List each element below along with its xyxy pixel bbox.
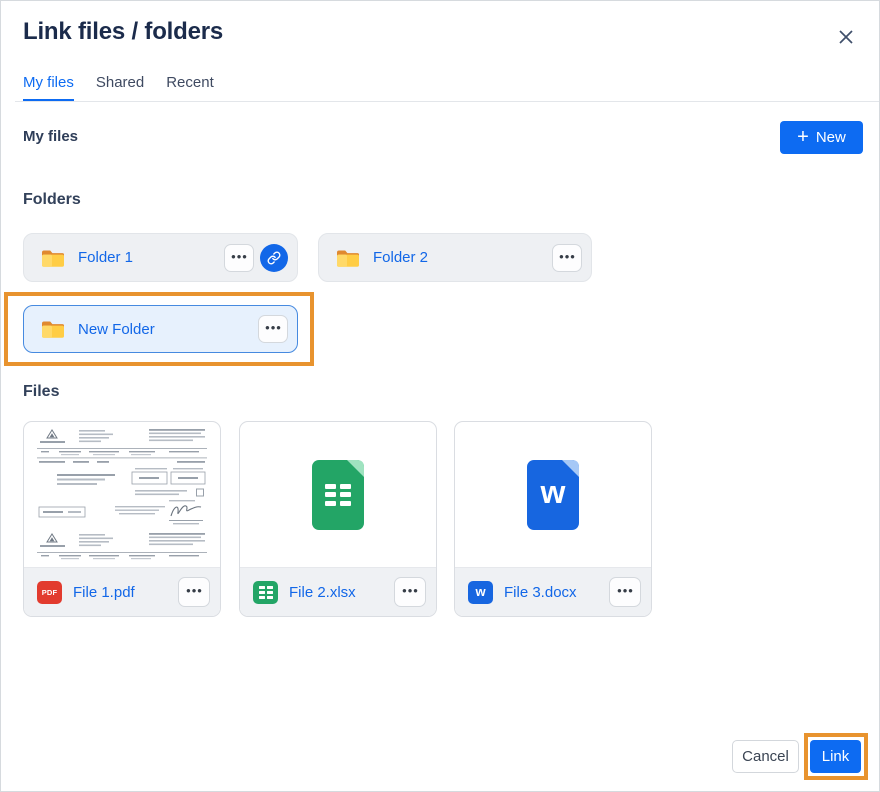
file-name: File 3.docx — [504, 584, 598, 601]
file-card-footer: w File 3.docx ••• — [455, 567, 651, 616]
folder-icon — [41, 248, 65, 268]
tab-recent[interactable]: Recent — [166, 74, 214, 102]
file-card-spreadsheet[interactable]: File 2.xlsx ••• — [239, 421, 437, 617]
more-options-button[interactable]: ••• — [394, 577, 426, 607]
link-icon — [267, 251, 281, 265]
pdf-badge-icon: PDF — [37, 581, 62, 604]
folder-card-new-folder[interactable]: New Folder ••• — [23, 305, 298, 353]
tab-bar: My files Shared Recent — [23, 74, 214, 102]
folder-name: New Folder — [78, 321, 155, 338]
plus-icon: + — [797, 127, 809, 147]
word-badge-icon: w — [468, 581, 493, 604]
folder-icon — [41, 319, 65, 339]
file-card-word[interactable]: w w File 3.docx ••• — [454, 421, 652, 617]
spreadsheet-preview — [240, 422, 436, 567]
close-icon — [838, 29, 854, 45]
ellipsis-icon: ••• — [559, 249, 576, 264]
link-files-dialog: Link files / folders My files Shared Rec… — [0, 0, 880, 792]
folder-icon — [336, 248, 360, 268]
spreadsheet-badge-icon — [253, 581, 278, 604]
folders-heading: Folders — [23, 191, 81, 209]
spreadsheet-icon — [312, 460, 364, 530]
file-card-pdf[interactable]: PDF File 1.pdf ••• — [23, 421, 221, 617]
ellipsis-icon: ••• — [617, 583, 634, 598]
folder-card-folder-1[interactable]: Folder 1 ••• — [23, 233, 298, 282]
dialog-title: Link files / folders — [23, 18, 223, 46]
word-icon: w — [527, 460, 579, 530]
word-glyph: w — [527, 460, 579, 530]
cancel-button[interactable]: Cancel — [732, 740, 799, 773]
more-options-button[interactable]: ••• — [552, 244, 582, 272]
ellipsis-icon: ••• — [402, 583, 419, 598]
tab-my-files[interactable]: My files — [23, 74, 74, 102]
folder-name: Folder 2 — [373, 249, 428, 266]
new-button[interactable]: + New — [780, 121, 863, 154]
ellipsis-icon: ••• — [265, 320, 282, 335]
linked-badge-button[interactable] — [260, 244, 288, 272]
tabs-divider — [15, 101, 879, 102]
file-name: File 1.pdf — [73, 584, 167, 601]
close-button[interactable] — [831, 22, 861, 52]
word-preview: w — [455, 422, 651, 567]
ellipsis-icon: ••• — [231, 249, 248, 264]
more-options-button[interactable]: ••• — [609, 577, 641, 607]
tab-shared[interactable]: Shared — [96, 74, 144, 102]
new-button-label: New — [816, 129, 846, 146]
file-card-footer: File 2.xlsx ••• — [240, 567, 436, 616]
file-name: File 2.xlsx — [289, 584, 383, 601]
more-options-button[interactable]: ••• — [178, 577, 210, 607]
folder-card-folder-2[interactable]: Folder 2 ••• — [318, 233, 592, 282]
more-options-button[interactable]: ••• — [224, 244, 254, 272]
more-options-button[interactable]: ••• — [258, 315, 288, 343]
section-label: My files — [23, 128, 78, 145]
ellipsis-icon: ••• — [186, 583, 203, 598]
folder-name: Folder 1 — [78, 249, 133, 266]
files-heading: Files — [23, 383, 59, 401]
link-button[interactable]: Link — [810, 740, 861, 773]
file-card-footer: PDF File 1.pdf ••• — [24, 567, 220, 616]
pdf-preview-thumbnail — [24, 422, 220, 567]
